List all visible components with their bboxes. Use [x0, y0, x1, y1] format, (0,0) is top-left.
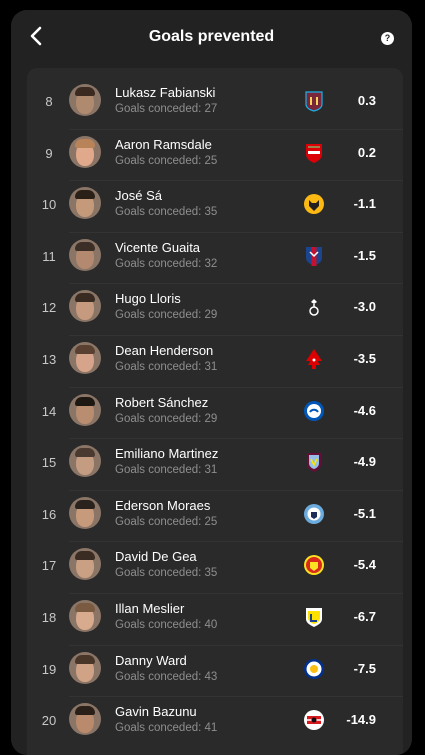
goals-conceded-text: Goals conceded: 35: [115, 206, 218, 219]
rank-number: 12: [41, 300, 57, 316]
list-item[interactable]: 9 Aaron Ramsdale Goals conceded: 25 0.2: [27, 130, 403, 182]
list-item[interactable]: 15 Emiliano Martinez Goals conceded: 31 -4.…: [27, 439, 403, 491]
southampton-crest-icon: [304, 710, 324, 731]
player-avatar: [69, 445, 101, 478]
manchester-united-crest-icon: [304, 555, 324, 576]
arsenal-crest-icon: [306, 143, 322, 163]
manchester-city-crest-icon: [304, 503, 324, 524]
player-avatar: [69, 703, 101, 736]
player-avatar: [69, 238, 101, 271]
goals-prevented-value: -6.7: [353, 609, 376, 624]
player-name: Emiliano Martinez: [115, 446, 219, 462]
rank-number: 11: [42, 248, 56, 264]
list-item[interactable]: 8 Lukasz Fabianski Goals conceded: 27 0.3: [27, 78, 403, 130]
goals-conceded-text: Goals conceded: 25: [115, 154, 218, 167]
goals-conceded-text: Goals conceded: 31: [115, 361, 218, 373]
rank-number: 14: [41, 403, 57, 419]
list-item[interactable]: 11 Vicente Guaita Goals conceded: 32 -1.5: [27, 233, 403, 285]
goals-prevented-value: -14.9: [346, 712, 376, 728]
goals-conceded-text: Goals conceded: 35: [115, 567, 218, 580]
rank-number: 19: [41, 661, 57, 677]
goals-prevented-value: -1.5: [353, 247, 376, 263]
goals-conceded-text: Goals conceded: 31: [115, 464, 218, 477]
help-icon[interactable]: ?: [381, 32, 394, 45]
goals-prevented-value: 0.2: [357, 144, 376, 160]
goals-prevented-value: 0.3: [357, 93, 376, 108]
player-avatar: [69, 600, 101, 632]
rank-number: 10: [41, 197, 57, 213]
tottenham-crest-icon: [309, 299, 319, 317]
list-item[interactable]: 14 Robert Sánchez Goals conceded: 29 -4.6: [27, 388, 403, 440]
goals-prevented-value: -1.1: [353, 196, 376, 212]
goals-prevented-value: -3.5: [353, 351, 376, 366]
rank-number: 9: [45, 145, 53, 161]
brighton-crest-icon: [304, 400, 324, 421]
ranking-list[interactable]: 8 Lukasz Fabianski Goals conceded: 27 0.3 9 A…: [27, 68, 403, 755]
goals-prevented-value: -5.1: [353, 505, 376, 521]
player-name: Gavin Bazunu: [115, 704, 197, 720]
list-item[interactable]: 20 Gavin Bazunu Goals conceded: 41 -14.9: [27, 697, 403, 749]
player-name: Ederson Moraes: [115, 497, 211, 513]
player-name: Danny Ward: [115, 652, 187, 668]
player-name: Hugo Lloris: [115, 291, 181, 307]
goals-conceded-text: Goals conceded: 27: [115, 103, 218, 115]
list-item[interactable]: 18 Illan Meslier Goals conceded: 40 -6.7: [27, 594, 403, 646]
goals-conceded-text: Goals conceded: 41: [115, 722, 218, 735]
player-avatar: [69, 342, 101, 374]
list-item[interactable]: 12 Hugo Lloris Goals conceded: 29 -3.0: [27, 284, 403, 336]
goals-conceded-text: Goals conceded: 29: [115, 309, 218, 322]
rank-number: 17: [41, 558, 57, 574]
player-avatar: [69, 84, 101, 116]
goals-conceded-text: Goals conceded: 40: [115, 619, 218, 631]
list-item[interactable]: 17 David De Gea Goals conceded: 35 -5.4: [27, 542, 403, 594]
goals-conceded-text: Goals conceded: 32: [115, 257, 218, 270]
goals-prevented-sheet: Goals prevented ? 8 Lukasz Fabianski Goals…: [11, 10, 412, 755]
west-ham-crest-icon: [305, 91, 323, 112]
header-bar: Goals prevented ?: [11, 10, 412, 62]
goals-conceded-text: Goals conceded: 25: [115, 515, 218, 528]
nottingham-forest-crest-icon: [306, 349, 322, 369]
leicester-crest-icon: [304, 658, 324, 679]
player-avatar: [69, 496, 101, 529]
goals-prevented-value: -3.0: [353, 299, 376, 315]
goals-prevented-value: -7.5: [353, 660, 376, 676]
player-name: Vicente Guaita: [115, 239, 201, 255]
player-avatar: [69, 651, 101, 684]
player-avatar: [69, 548, 101, 581]
list-item[interactable]: 13 Dean Henderson Goals conceded: 31 -3.5: [27, 336, 403, 388]
rank-number: 18: [41, 610, 57, 625]
crystal-palace-crest-icon: [306, 246, 322, 266]
goals-prevented-value: -5.4: [353, 557, 376, 573]
player-name: Lukasz Fabianski: [115, 85, 216, 100]
player-avatar: [69, 135, 101, 168]
goals-conceded-text: Goals conceded: 43: [115, 670, 218, 683]
aston-villa-crest-icon: [307, 453, 321, 473]
wolves-crest-icon: [304, 194, 324, 215]
list-item[interactable]: 16 Ederson Moraes Goals conceded: 25 -5.1: [27, 491, 403, 543]
player-avatar: [69, 393, 101, 426]
player-name: Illan Meslier: [115, 601, 185, 616]
player-name: José Sá: [115, 188, 162, 204]
rank-number: 20: [41, 713, 57, 729]
list-item[interactable]: 19 Danny Ward Goals conceded: 43 -7.5: [27, 646, 403, 698]
rank-number: 8: [45, 94, 53, 109]
page-title: Goals prevented: [148, 28, 275, 45]
player-name: Dean Henderson: [115, 343, 214, 358]
rank-number: 15: [41, 455, 57, 471]
player-avatar: [69, 187, 101, 220]
player-name: Aaron Ramsdale: [115, 136, 212, 152]
player-avatar: [69, 290, 101, 323]
player-name: Robert Sánchez: [115, 394, 209, 410]
rank-number: 16: [41, 506, 57, 522]
goals-conceded-text: Goals conceded: 29: [115, 412, 218, 425]
rank-number: 13: [41, 352, 57, 367]
list-item[interactable]: 10 José Sá Goals conceded: 35 -1.1: [27, 181, 403, 233]
leeds-crest-icon: [306, 608, 322, 627]
goals-prevented-value: -4.6: [353, 402, 376, 418]
goals-prevented-value: -4.9: [353, 454, 376, 470]
player-name: David De Gea: [115, 549, 197, 565]
